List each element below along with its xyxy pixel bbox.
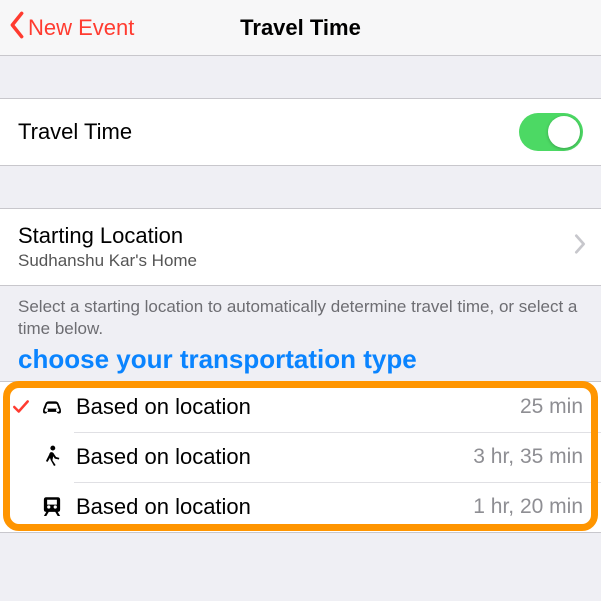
starting-location-row[interactable]: Starting Location Sudhanshu Kar's Home bbox=[0, 209, 601, 285]
transport-label: Based on location bbox=[76, 494, 251, 520]
transport-duration: 25 min bbox=[520, 395, 583, 419]
travel-time-group: Travel Time bbox=[0, 98, 601, 166]
transport-option-car[interactable]: Based on location 25 min bbox=[0, 382, 601, 432]
check-icon bbox=[10, 398, 32, 416]
annotation-overlay: choose your transportation type bbox=[0, 344, 601, 381]
nav-bar: New Event Travel Time bbox=[0, 0, 601, 56]
starting-location-group: Starting Location Sudhanshu Kar's Home bbox=[0, 208, 601, 286]
walk-icon bbox=[32, 444, 72, 470]
back-label: New Event bbox=[28, 15, 134, 41]
transport-label: Based on location bbox=[76, 394, 251, 420]
back-button[interactable]: New Event bbox=[8, 11, 134, 45]
transport-duration: 1 hr, 20 min bbox=[473, 495, 583, 519]
starting-location-value: Sudhanshu Kar's Home bbox=[18, 251, 565, 271]
transport-duration: 3 hr, 35 min bbox=[473, 445, 583, 469]
car-icon bbox=[32, 394, 72, 420]
transport-option-walk[interactable]: Based on location 3 hr, 35 min bbox=[0, 432, 601, 482]
train-icon bbox=[32, 494, 72, 520]
chevron-right-icon bbox=[573, 233, 587, 261]
starting-location-title: Starting Location bbox=[18, 223, 565, 249]
travel-time-label: Travel Time bbox=[18, 119, 132, 145]
transport-option-train[interactable]: Based on location 1 hr, 20 min bbox=[0, 482, 601, 532]
travel-time-row[interactable]: Travel Time bbox=[0, 99, 601, 165]
footer-note: Select a starting location to automatica… bbox=[0, 286, 601, 344]
chevron-left-icon bbox=[8, 11, 26, 45]
transport-label: Based on location bbox=[76, 444, 251, 470]
travel-time-toggle[interactable] bbox=[519, 113, 583, 151]
transport-options-group: Based on location 25 min Based on locati… bbox=[0, 381, 601, 533]
